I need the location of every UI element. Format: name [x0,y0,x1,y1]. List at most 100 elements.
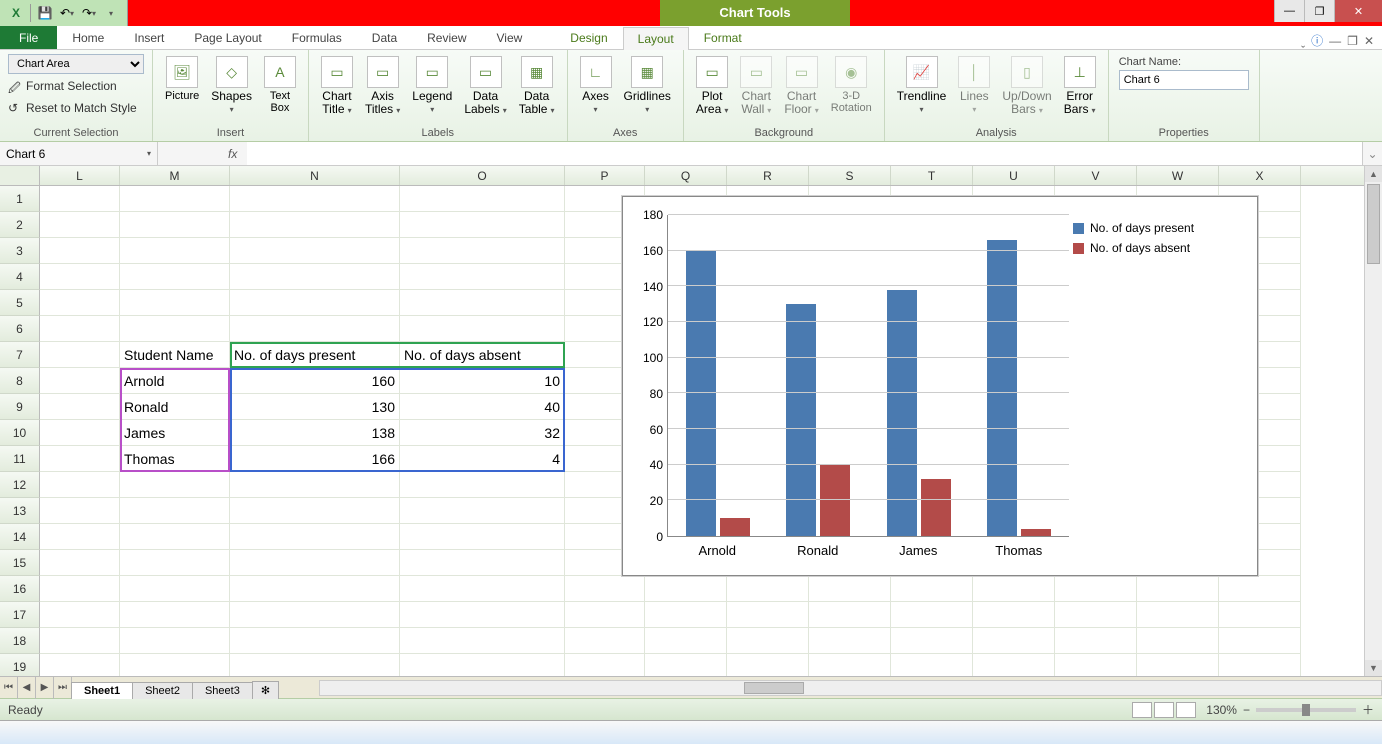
cell-M1[interactable] [120,186,230,212]
name-box[interactable]: ▾ [0,142,158,165]
cell-O8[interactable]: 10 [400,368,565,394]
cell-O19[interactable] [400,654,565,676]
cell-V18[interactable] [1055,628,1137,654]
row-header[interactable]: 4 [0,264,40,290]
sheet-nav-next-icon[interactable]: ▶ [36,677,54,699]
cell-O15[interactable] [400,550,565,576]
sheet-nav-first-icon[interactable]: ⏮ [0,677,18,699]
data-labels-button[interactable]: ▭Data Labels ▾ [460,54,510,119]
column-header-W[interactable]: W [1137,166,1219,185]
help-icon[interactable]: ⓘ [1311,32,1323,49]
zoom-slider-handle[interactable] [1302,704,1310,716]
chart-title-button[interactable]: ▭Chart Title ▾ [317,54,357,119]
gridlines-button[interactable]: ▦Gridlines▾ [620,54,675,118]
cell-W18[interactable] [1137,628,1219,654]
cell-N2[interactable] [230,212,400,238]
normal-view-icon[interactable] [1132,702,1152,718]
cell-L3[interactable] [40,238,120,264]
chart-legend[interactable]: No. of days presentNo. of days absent [1069,205,1249,567]
cell-M17[interactable] [120,602,230,628]
cell-M9[interactable]: Ronald [120,394,230,420]
cell-L13[interactable] [40,498,120,524]
cell-Q18[interactable] [645,628,727,654]
cell-O14[interactable] [400,524,565,550]
cell-N14[interactable] [230,524,400,550]
tab-home[interactable]: Home [57,26,119,49]
cell-O4[interactable] [400,264,565,290]
cell-T19[interactable] [891,654,973,676]
column-header-T[interactable]: T [891,166,973,185]
sheet-tab-1[interactable]: Sheet1 [71,682,133,699]
chart-wall-button[interactable]: ▭Chart Wall ▾ [736,54,776,119]
horizontal-scrollbar[interactable] [319,680,1382,696]
row-header[interactable]: 2 [0,212,40,238]
doc-minimize-icon[interactable]: — [1329,34,1341,48]
cell-M6[interactable] [120,316,230,342]
zoom-slider[interactable] [1256,708,1356,712]
scroll-down-icon[interactable]: ▼ [1365,660,1382,676]
cell-R18[interactable] [727,628,809,654]
cell-N9[interactable]: 130 [230,394,400,420]
cell-N13[interactable] [230,498,400,524]
cell-W17[interactable] [1137,602,1219,628]
cell-O3[interactable] [400,238,565,264]
cell-N12[interactable] [230,472,400,498]
tab-view[interactable]: View [482,26,538,49]
column-header-N[interactable]: N [230,166,400,185]
column-header-M[interactable]: M [120,166,230,185]
legend-button[interactable]: ▭Legend▾ [408,54,456,118]
cell-O11[interactable]: 4 [400,446,565,472]
page-break-view-icon[interactable] [1176,702,1196,718]
qat-customize-icon[interactable]: ▾ [101,3,121,23]
cell-S16[interactable] [809,576,891,602]
text-box-button[interactable]: AText Box [260,54,300,116]
hscroll-thumb[interactable] [744,682,804,694]
cell-N15[interactable] [230,550,400,576]
cell-N11[interactable]: 166 [230,446,400,472]
tab-formulas[interactable]: Formulas [277,26,357,49]
cell-U19[interactable] [973,654,1055,676]
shapes-button[interactable]: ◇Shapes▾ [207,54,256,118]
chart-object[interactable]: 020406080100120140160180 ArnoldRonaldJam… [622,196,1258,576]
updown-bars-button[interactable]: ▯Up/Down Bars ▾ [998,54,1055,119]
cell-L7[interactable] [40,342,120,368]
cell-O10[interactable]: 32 [400,420,565,446]
tab-format[interactable]: Format [689,26,757,49]
error-bars-button[interactable]: ⊥Error Bars ▾ [1060,54,1100,119]
redo-icon[interactable]: ↷▾ [79,3,99,23]
cell-N6[interactable] [230,316,400,342]
row-header[interactable]: 1 [0,186,40,212]
reset-to-match-style-button[interactable]: ↺Reset to Match Style [8,98,137,118]
cell-O1[interactable] [400,186,565,212]
sheet-nav-last-icon[interactable]: ⏭ [54,677,72,699]
cell-N19[interactable] [230,654,400,676]
select-all-corner[interactable] [0,166,40,185]
new-sheet-button[interactable]: ✻ [252,681,279,699]
cell-N16[interactable] [230,576,400,602]
row-header[interactable]: 8 [0,368,40,394]
cell-M15[interactable] [120,550,230,576]
bar-No.-of-days-absent-James[interactable] [921,479,951,536]
cell-T17[interactable] [891,602,973,628]
tab-layout[interactable]: Layout [623,27,689,50]
cell-M13[interactable] [120,498,230,524]
cell-L2[interactable] [40,212,120,238]
cell-S18[interactable] [809,628,891,654]
tab-design[interactable]: Design [555,26,622,49]
format-selection-button[interactable]: 🖉Format Selection [8,76,117,96]
column-header-V[interactable]: V [1055,166,1137,185]
cell-L19[interactable] [40,654,120,676]
bar-No.-of-days-absent-Arnold[interactable] [720,518,750,536]
tab-page-layout[interactable]: Page Layout [179,26,276,49]
axes-button[interactable]: ∟Axes▾ [576,54,616,118]
row-header[interactable]: 10 [0,420,40,446]
row-header[interactable]: 7 [0,342,40,368]
cell-R17[interactable] [727,602,809,628]
cell-O2[interactable] [400,212,565,238]
cell-S17[interactable] [809,602,891,628]
legend-item[interactable]: No. of days absent [1073,241,1245,255]
row-header[interactable]: 15 [0,550,40,576]
cell-L5[interactable] [40,290,120,316]
chart-plot-area[interactable]: 020406080100120140160180 ArnoldRonaldJam… [631,205,1069,567]
cell-Q17[interactable] [645,602,727,628]
